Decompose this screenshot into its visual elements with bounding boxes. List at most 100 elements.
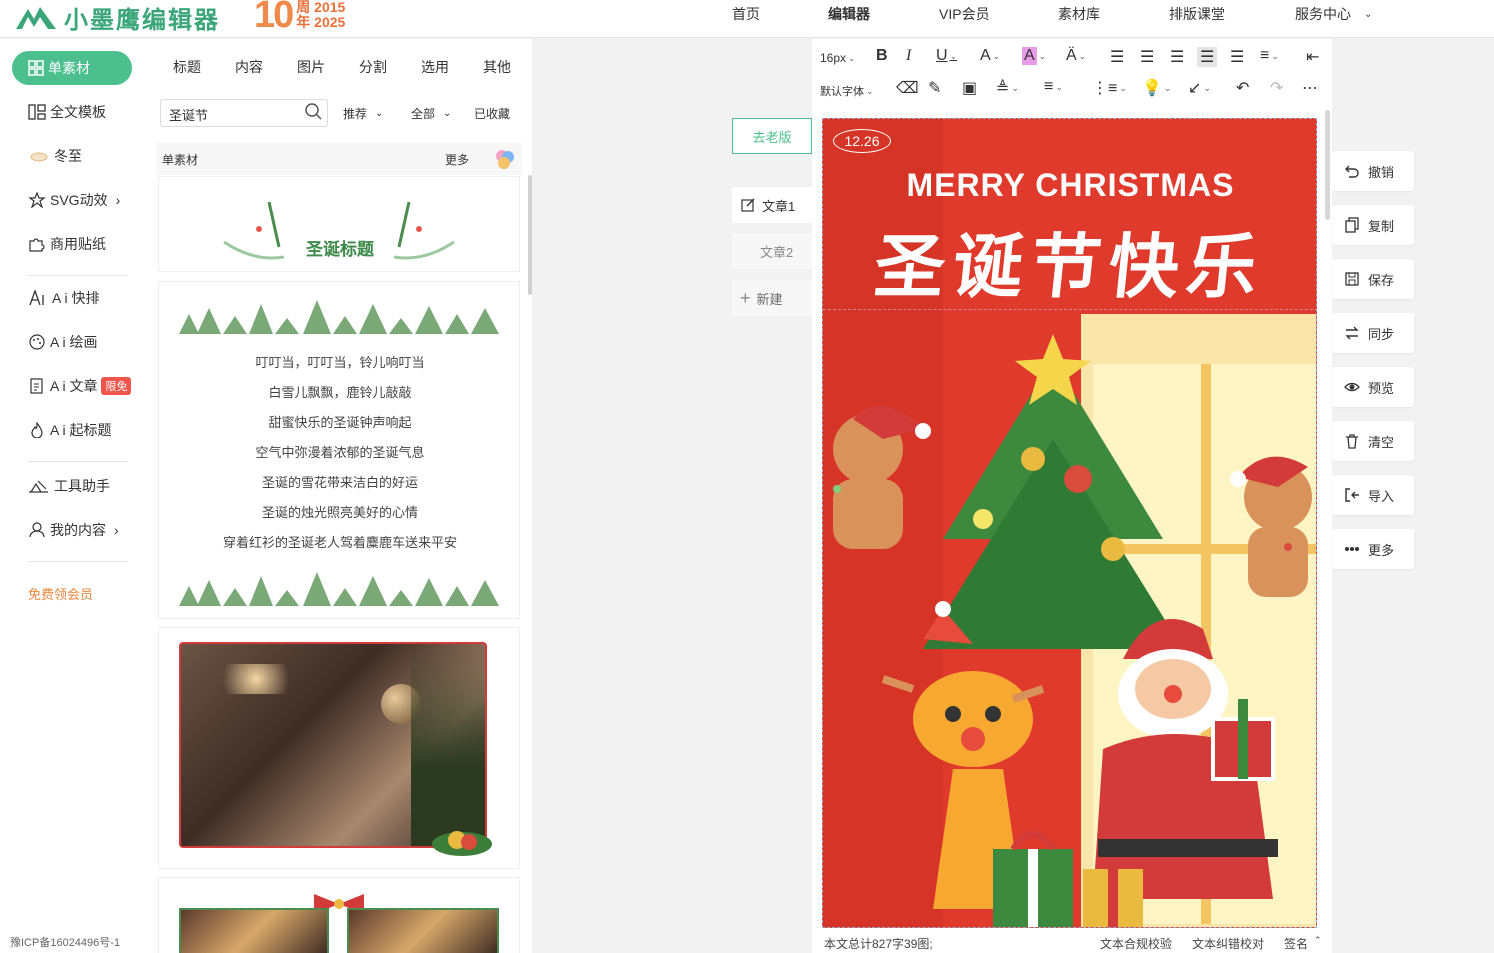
align-justify-icon[interactable]: ☰ — [1197, 47, 1218, 67]
search-input[interactable]: 圣诞节 — [160, 99, 328, 127]
font-color-icon[interactable]: A ⌄ — [980, 47, 1000, 65]
font-size-select[interactable]: 16px ⌄ — [820, 51, 856, 65]
tab-other[interactable]: 其他 — [483, 57, 511, 77]
filter-favorited[interactable]: 已收藏 — [474, 105, 510, 122]
lightbulb-icon[interactable]: 💡 ⌄ — [1142, 78, 1171, 98]
compliance-check-link[interactable]: 文本合规校验 — [1100, 935, 1172, 952]
copy-button[interactable]: 复制 — [1332, 205, 1414, 245]
article-tab-2[interactable]: 文章2 — [732, 233, 812, 269]
undo-icon[interactable]: ↶ — [1236, 78, 1249, 98]
image-icon[interactable]: ▣ — [962, 78, 977, 98]
divider — [28, 461, 128, 462]
proofread-link[interactable]: 文本纠错校对 — [1192, 935, 1264, 952]
sidebar-item-single-material[interactable]: 单素材 — [12, 51, 132, 85]
gifts-illustration — [993, 831, 1143, 927]
poster-cn-title: 圣诞节快乐 — [870, 228, 1270, 306]
chevron-right-icon: › — [115, 192, 121, 208]
clear-format-icon[interactable]: Ä ⌄ — [1066, 47, 1086, 65]
material-card-frames[interactable] — [158, 877, 520, 953]
sidebar-item-ai-article[interactable]: A i 文章 限免 — [28, 375, 132, 397]
tab-content[interactable]: 内容 — [235, 57, 263, 77]
divider — [28, 561, 128, 562]
free-badge: 限免 — [101, 377, 132, 395]
import-button[interactable]: 导入 — [1332, 475, 1414, 515]
more-button[interactable]: 更多 — [1332, 529, 1414, 569]
filter-recommend[interactable]: 推荐 ⌄ — [343, 105, 383, 122]
redo-icon[interactable]: ↷ — [1270, 78, 1283, 98]
indent-icon[interactable]: ☰ — [1230, 47, 1244, 67]
sidebar-item-ai-draw[interactable]: A i 绘画 — [28, 331, 97, 353]
copy-icon — [1345, 217, 1359, 233]
line-height-icon[interactable]: ≡ ⌄ — [1260, 47, 1279, 65]
align-right-icon[interactable]: ☰ — [1170, 47, 1184, 67]
material-card-photo[interactable] — [158, 627, 520, 869]
italic-icon[interactable]: I — [906, 47, 911, 65]
material-card-title[interactable]: 圣诞标题 — [158, 176, 520, 272]
tab-divider[interactable]: 分割 — [359, 57, 387, 77]
more-tools-icon[interactable]: ⋯ — [1302, 78, 1318, 98]
nav-home[interactable]: 首页 — [732, 4, 760, 24]
undo-button[interactable]: 撤销 — [1332, 151, 1414, 191]
filter-label: 全部 — [411, 107, 436, 121]
sidebar-item-svg-animation[interactable]: SVG动效 › — [28, 189, 120, 211]
action-label: 保存 — [1368, 272, 1395, 288]
icp-record[interactable]: 豫ICP备16024496号-1 — [10, 934, 120, 950]
filter-all[interactable]: 全部 ⌄ — [411, 105, 451, 122]
new-article-button[interactable]: + 新建 — [732, 280, 812, 316]
nav-vip[interactable]: VIP会员 — [939, 4, 990, 24]
bold-icon[interactable]: B — [876, 47, 888, 65]
sidebar-item-winter-solstice[interactable]: 冬至 — [28, 145, 82, 167]
material-scrollbar[interactable] — [528, 175, 532, 295]
preview-button[interactable]: 预览 — [1332, 367, 1414, 407]
sidebar-item-ai-layout[interactable]: A i 快排 — [28, 287, 99, 309]
free-vip-link[interactable]: 免费领会员 — [28, 584, 93, 603]
chevron-down-icon: ⌄ — [443, 108, 452, 119]
nav-service[interactable]: 服务中心 — [1295, 4, 1351, 24]
font-family-select[interactable]: 默认字体 ⌄ — [820, 83, 874, 99]
indent-lines-icon[interactable]: ⋮≡ ⌄ — [1092, 78, 1127, 98]
tab-title[interactable]: 标题 — [173, 57, 201, 77]
more-link[interactable]: 更多 — [445, 151, 469, 168]
anniversary-line1: 周 2015 — [296, 0, 346, 15]
align-center-icon[interactable]: ☰ — [1140, 47, 1154, 67]
tab-image[interactable]: 图片 — [297, 57, 325, 77]
save-button[interactable]: 保存 — [1332, 259, 1414, 299]
sidebar-item-stickers[interactable]: 商用贴纸 — [28, 233, 106, 255]
search-icon[interactable] — [304, 102, 324, 122]
editor-scrollbar[interactable] — [1325, 110, 1330, 220]
nav-materials[interactable]: 素材库 — [1058, 4, 1100, 24]
anniversary-line2: 年 2025 — [296, 14, 346, 30]
poem-line: 叮叮当，叮叮当，铃儿响叮当 — [255, 355, 425, 370]
nav-editor[interactable]: 编辑器 — [828, 4, 870, 24]
sidebar-item-full-template[interactable]: 全文模板 — [28, 101, 106, 123]
align-left-icon[interactable]: ☰ — [1110, 47, 1124, 67]
format-brush-icon[interactable]: ✎ — [928, 78, 941, 98]
signature-select[interactable]: 签名 — [1284, 935, 1308, 952]
star-icon — [28, 192, 46, 208]
highlight-icon[interactable]: A ⌄ — [1022, 47, 1046, 65]
article-tab-1[interactable]: 文章1 — [732, 187, 812, 223]
puzzle-icon — [29, 238, 45, 252]
color-balls-icon[interactable] — [493, 147, 517, 171]
sidebar-item-my-content[interactable]: 我的内容 › — [28, 519, 119, 541]
import-icon — [1345, 488, 1359, 502]
spacing-bottom-icon[interactable]: ≡ ⌄ — [1044, 78, 1063, 96]
document-icon — [30, 378, 43, 394]
sync-button[interactable]: 同步 — [1332, 313, 1414, 353]
poster-canvas[interactable]: 12.26 MERRY CHRISTMAS 圣诞节快乐 — [822, 118, 1317, 928]
underline-icon[interactable]: U ⌄ — [936, 47, 957, 65]
old-version-button[interactable]: 去老版 — [732, 118, 812, 154]
material-card-poem[interactable]: 叮叮当，叮叮当，铃儿响叮当 白雪儿飘飘，鹿铃儿敲敲 甜蜜快乐的圣诞钟声响起 空气… — [158, 281, 520, 619]
tab-selected[interactable]: 选用 — [421, 57, 449, 77]
divider — [28, 275, 128, 276]
sidebar-item-ai-title[interactable]: A i 起标题 — [28, 419, 111, 441]
eraser-icon[interactable]: ⌫ — [896, 78, 919, 98]
arrow-icon[interactable]: ↙ ⌄ — [1188, 78, 1211, 98]
nav-course[interactable]: 排版课堂 — [1169, 4, 1225, 24]
sidebar-item-tools[interactable]: 工具助手 — [28, 475, 110, 497]
palette-icon — [29, 334, 45, 350]
clear-button[interactable]: 清空 — [1332, 421, 1414, 461]
export-icon[interactable]: ⇤ — [1306, 47, 1319, 67]
logo[interactable]: 小墨鹰编辑器 — [14, 0, 220, 34]
spacing-top-icon[interactable]: ≜ ⌄ — [996, 78, 1019, 98]
